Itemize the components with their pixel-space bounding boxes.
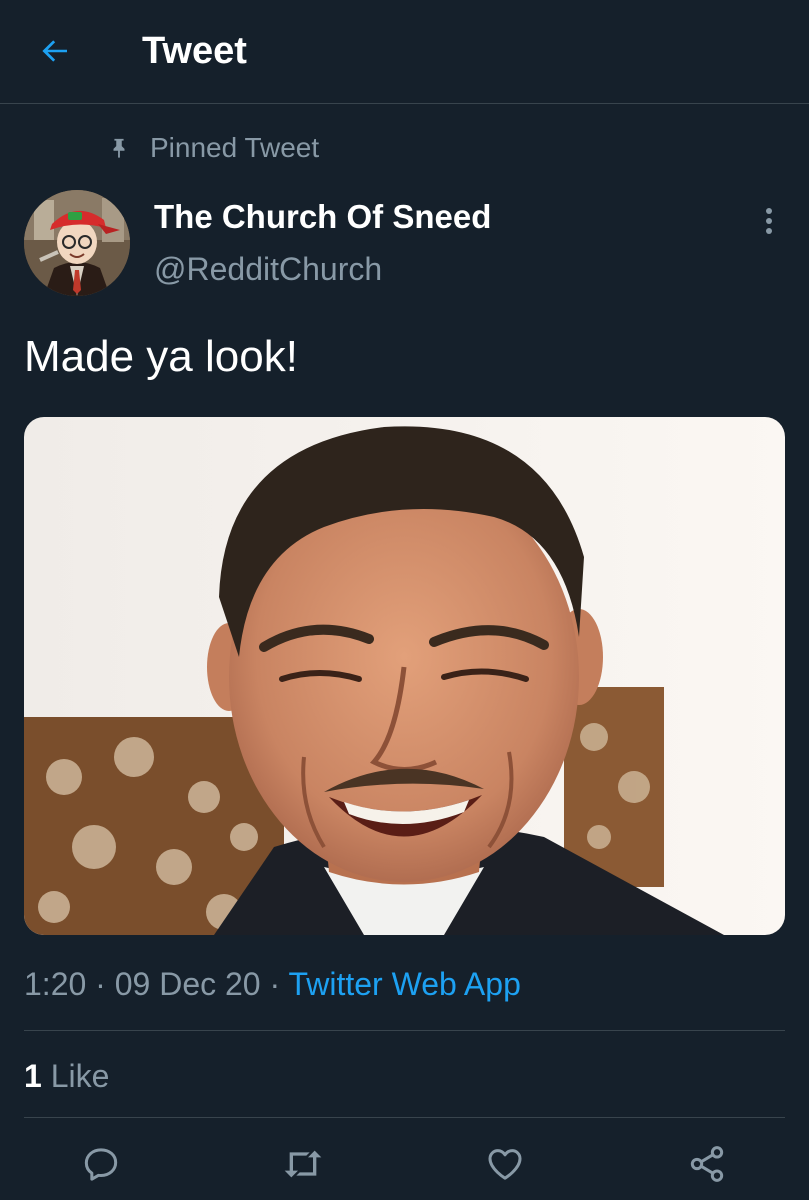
tweet-time: 1:20 [24, 966, 87, 1002]
retweet-button[interactable] [279, 1140, 327, 1188]
share-button[interactable] [683, 1140, 731, 1188]
tweet-date: 09 Dec 20 [114, 966, 261, 1002]
share-icon [690, 1146, 724, 1182]
pinned-indicator: Pinned Tweet [106, 128, 319, 168]
tweet-media[interactable] [24, 417, 785, 935]
tweet-meta: 1:20 · 09 Dec 20 · Twitter Web App [24, 962, 521, 1006]
avatar[interactable] [24, 190, 130, 296]
top-bar: Tweet [0, 0, 809, 104]
meta-separator: · [260, 966, 289, 1002]
more-vertical-icon [766, 208, 772, 234]
tweet-source-link[interactable]: Twitter Web App [288, 966, 520, 1002]
reply-button[interactable] [77, 1140, 125, 1188]
heart-icon [488, 1149, 522, 1180]
divider [24, 1030, 785, 1031]
page-title: Tweet [142, 30, 247, 72]
back-button[interactable] [30, 26, 80, 76]
likes-label: Like [50, 1058, 110, 1094]
author-display-name[interactable]: The Church Of Sneed [154, 196, 491, 238]
retweet-icon [284, 1150, 322, 1178]
more-options-button[interactable] [748, 200, 790, 242]
avatar-image [24, 190, 130, 296]
like-button[interactable] [481, 1140, 529, 1188]
pinned-label: Pinned Tweet [150, 132, 320, 163]
reply-icon [84, 1148, 118, 1181]
meta-separator: · [86, 966, 115, 1002]
likes-number: 1 [24, 1058, 42, 1094]
author-handle[interactable]: @RedditChurch [154, 248, 382, 290]
tweet-text: Made ya look! [24, 332, 298, 381]
likes-count[interactable]: 1 Like [24, 1055, 109, 1097]
divider [24, 1117, 785, 1118]
pin-icon [106, 135, 132, 161]
arrow-left-icon [42, 40, 67, 62]
media-photo [24, 417, 785, 935]
